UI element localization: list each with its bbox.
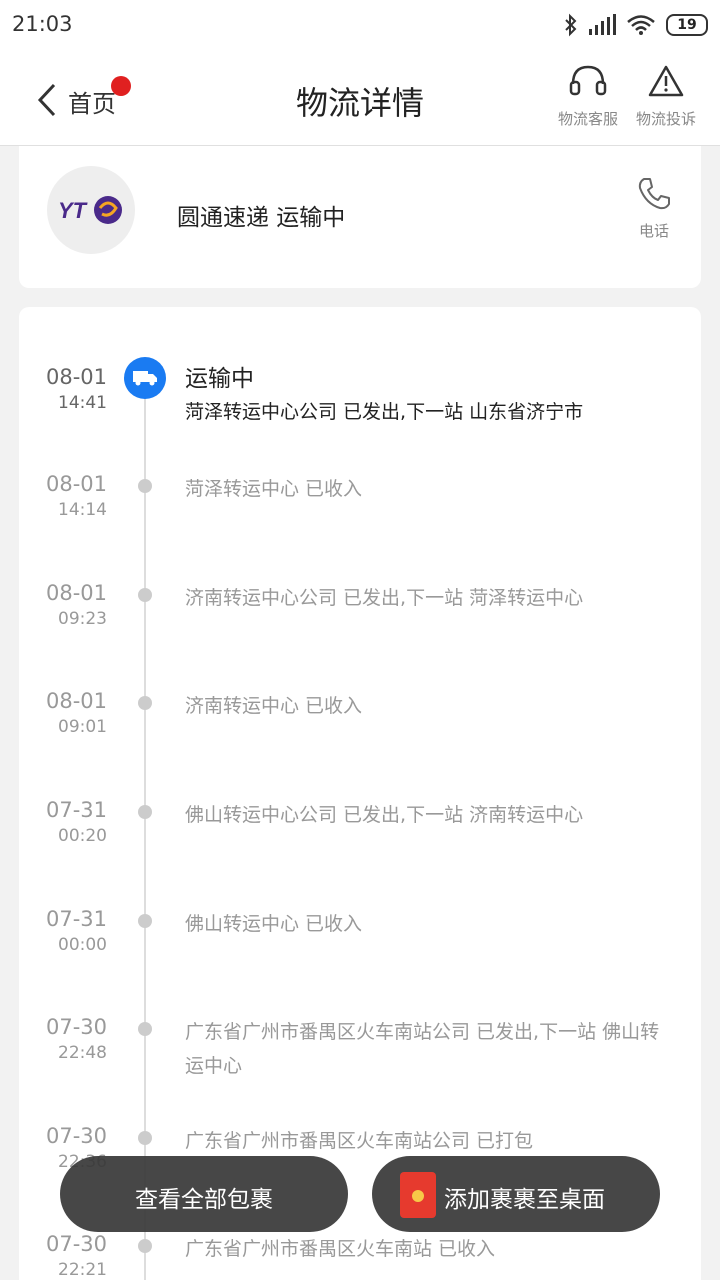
entry-time: 09:23 <box>58 609 107 629</box>
entry-date: 07-31 <box>45 907 107 931</box>
entry-date: 08-01 <box>45 472 107 496</box>
signal-icon <box>589 14 616 35</box>
entry-status: 运输中 <box>185 366 254 392</box>
timeline-node <box>138 1131 152 1145</box>
entry-text: 济南转运中心公司 已发出,下一站 菏泽转运中心 <box>185 587 584 609</box>
phone-button[interactable]: 电话 <box>629 176 679 246</box>
battery-indicator: 19 <box>666 14 708 36</box>
truck-icon <box>133 371 157 386</box>
entry-date: 07-30 <box>45 1015 107 1039</box>
status-time: 21:03 <box>12 12 73 36</box>
wifi-icon <box>627 15 655 35</box>
entry-date: 07-30 <box>45 1124 107 1148</box>
view-all-packages-label: 查看全部包裹 <box>135 1187 273 1213</box>
logistics-service-button[interactable]: 物流客服 <box>551 64 625 134</box>
bluetooth-icon <box>565 13 577 37</box>
status-icons: 19 <box>564 10 708 40</box>
view-all-packages-button[interactable]: 查看全部包裹 <box>60 1156 348 1232</box>
add-to-desktop-label: 添加裹裹至桌面 <box>444 1187 605 1213</box>
entry-text: 菏泽转运中心公司 已发出,下一站 山东省济宁市 <box>185 401 584 423</box>
yto-logo-icon: YT <box>58 196 122 224</box>
entry-date: 07-30 <box>45 1232 107 1256</box>
timeline-node <box>138 805 152 819</box>
timeline-node <box>138 588 152 602</box>
entry-text: 济南转运中心 已收入 <box>185 695 363 717</box>
entry-time: 14:14 <box>58 500 107 520</box>
entry-time: 09:01 <box>58 717 107 737</box>
entry-date: 08-01 <box>45 689 107 713</box>
status-bar: 21:03 19 <box>0 0 720 50</box>
entry-text: 广东省广州市番禺区火车南站公司 已发出,下一站 佛山转运中心 <box>185 1021 660 1077</box>
entry-time: 22:21 <box>58 1260 107 1280</box>
timeline-node <box>138 914 152 928</box>
phone-icon <box>638 178 670 210</box>
entry-date: 08-01 <box>45 581 107 605</box>
timeline-card: 08-01 14:41 运输中 菏泽转运中心公司 已发出,下一站 山东省济宁市 … <box>19 307 701 1280</box>
entry-text: 广东省广州市番禺区火车南站公司 已打包 <box>185 1130 534 1152</box>
phone-label: 电话 <box>638 222 669 240</box>
timeline-node <box>138 1022 152 1036</box>
headset-icon <box>569 65 607 96</box>
truck-node <box>124 357 166 399</box>
entry-time: 14:41 <box>58 393 107 413</box>
entry-time: 00:00 <box>58 935 107 955</box>
timeline-node <box>138 479 152 493</box>
timeline-node <box>138 1239 152 1253</box>
entry-text: 佛山转运中心 已收入 <box>185 913 363 935</box>
nav-bar: 首页 物流详情 物流客服 物流投诉 <box>0 50 720 146</box>
logistics-complaint-label: 物流投诉 <box>635 110 696 128</box>
entry-time: 22:48 <box>58 1043 107 1063</box>
entry-time: 00:20 <box>58 826 107 846</box>
entry-date: 07-31 <box>45 798 107 822</box>
carrier-card: YT 圆通速递 运输中 电话 <box>19 146 701 288</box>
timeline-node <box>138 696 152 710</box>
logistics-service-label: 物流客服 <box>557 110 618 128</box>
entry-text: 菏泽转运中心 已收入 <box>185 478 363 500</box>
entry-text: 佛山转运中心公司 已发出,下一站 济南转运中心 <box>185 804 584 826</box>
svg-text:YT: YT <box>58 198 88 223</box>
carrier-status: 圆通速递 运输中 <box>177 205 346 231</box>
entry-date: 08-01 <box>45 365 107 389</box>
carrier-logo: YT <box>47 166 135 254</box>
warning-icon <box>648 65 684 97</box>
red-packet-icon <box>400 1172 436 1218</box>
entry-text: 广东省广州市番禺区火车南站 已收入 <box>185 1238 496 1260</box>
logistics-complaint-button[interactable]: 物流投诉 <box>629 64 703 134</box>
add-to-desktop-button[interactable]: 添加裹裹至桌面 <box>372 1156 660 1232</box>
